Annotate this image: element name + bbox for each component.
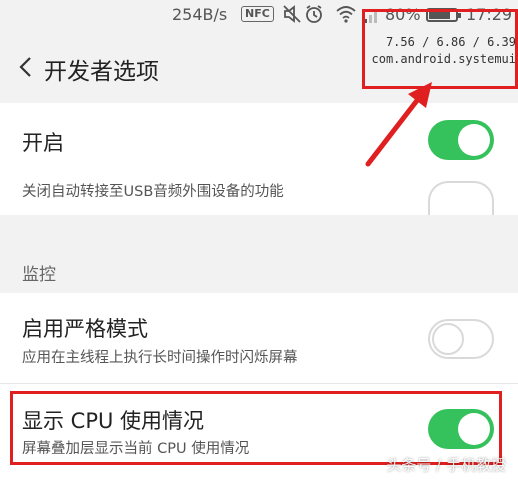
alarm-icon xyxy=(306,5,322,23)
toggle-knob xyxy=(458,124,490,156)
watermark: 头条号 / 手机教授 xyxy=(386,456,506,474)
usb-audio-description: 关闭自动转接至USB音频外围设备的功能 xyxy=(22,184,284,200)
toggle-knob xyxy=(432,323,464,355)
strict-mode-toggle[interactable] xyxy=(428,319,494,359)
strict-mode-description: 应用在主线程上执行长时间操作时闪烁屏幕 xyxy=(22,350,298,366)
back-arrow-icon[interactable] xyxy=(18,56,32,78)
nfc-icon: NFC xyxy=(241,6,274,22)
usb-audio-toggle[interactable] xyxy=(428,181,494,215)
highlight-box-overlay xyxy=(362,9,518,89)
mute-icon xyxy=(283,5,301,23)
network-speed: 254B/s xyxy=(172,5,228,24)
section-monitoring: 监控 xyxy=(22,265,56,285)
divider xyxy=(0,383,518,384)
page-title: 开发者选项 xyxy=(44,59,159,85)
strict-mode-label: 启用严格模式 xyxy=(22,317,148,341)
annotation-arrow-icon xyxy=(365,82,432,167)
wifi-icon xyxy=(336,6,356,23)
enable-label: 开启 xyxy=(22,131,64,155)
settings-card-top: 开启 关闭自动转接至USB音频外围设备的功能 xyxy=(0,103,518,215)
